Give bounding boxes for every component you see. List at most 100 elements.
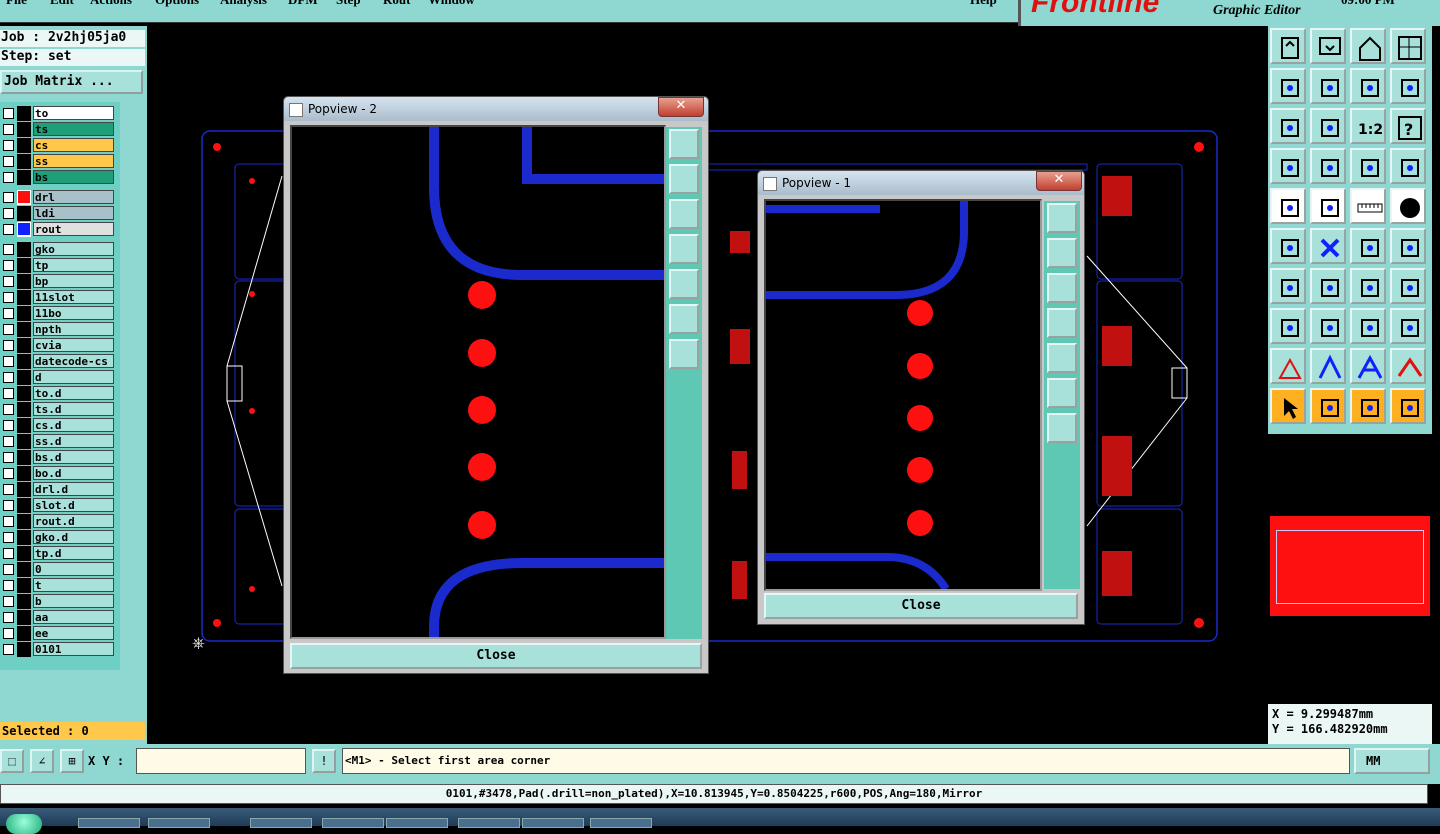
layer-name[interactable]: ldi xyxy=(33,206,114,220)
layer-name[interactable]: slot.d xyxy=(33,498,114,512)
home-tool-button[interactable] xyxy=(1350,28,1386,64)
popview-1-close-button[interactable]: Close xyxy=(764,593,1078,619)
alert-icon[interactable]: ! xyxy=(312,749,336,773)
center-tool-button[interactable] xyxy=(1310,108,1346,144)
layer-checkbox[interactable] xyxy=(3,628,14,639)
popview-2-close-x-button[interactable]: ✕ xyxy=(658,97,704,117)
diagonal-tool-button[interactable] xyxy=(1310,268,1346,304)
pan-left-tool-button[interactable] xyxy=(1270,68,1306,104)
ratio-tool-button[interactable]: 1:2 xyxy=(1350,108,1386,144)
layer-checkbox[interactable] xyxy=(3,564,14,575)
snap-grid-icon[interactable]: ⊞ xyxy=(60,749,84,773)
popview-1-close-x-button[interactable]: ✕ xyxy=(1036,171,1082,191)
layer-checkbox[interactable] xyxy=(3,124,14,135)
start-button[interactable] xyxy=(6,814,42,834)
route-tool-button[interactable] xyxy=(1390,148,1426,184)
popview-2-pan-right-button[interactable] xyxy=(669,269,699,299)
layer-name[interactable]: bo.d xyxy=(33,466,114,480)
popview-1-pan-left-button[interactable] xyxy=(1047,308,1077,338)
layer-row-cs.d[interactable]: cs.d xyxy=(0,418,117,433)
dimension-tool-button[interactable] xyxy=(1350,308,1386,344)
taskbar-item[interactable] xyxy=(78,818,140,828)
layer-checkbox[interactable] xyxy=(3,388,14,399)
help-tool-button[interactable]: ? xyxy=(1390,108,1426,144)
menu-analysis[interactable]: Analysis xyxy=(220,0,267,8)
layer-row-d[interactable]: d xyxy=(0,370,117,385)
taskbar-item[interactable] xyxy=(522,818,584,828)
layer-name[interactable]: b xyxy=(33,594,114,608)
ruler-tool-button[interactable] xyxy=(1350,188,1386,224)
layer-checkbox[interactable] xyxy=(3,500,14,511)
layer-checkbox[interactable] xyxy=(3,192,14,203)
layer-checkbox[interactable] xyxy=(3,596,14,607)
xy-input[interactable] xyxy=(136,748,306,774)
taskbar-item[interactable] xyxy=(458,818,520,828)
layer-row-11slot[interactable]: 11slot xyxy=(0,290,117,305)
popview-1-zoom-fit-button[interactable] xyxy=(1047,413,1077,443)
fit-screen-tool-button[interactable] xyxy=(1270,108,1306,144)
layer-name[interactable]: ee xyxy=(33,626,114,640)
angle-tool-button[interactable] xyxy=(1270,268,1306,304)
menu-rout[interactable]: Rout xyxy=(383,0,410,8)
layer-name[interactable]: to xyxy=(33,106,114,120)
layer-row-rout[interactable]: rout xyxy=(0,222,117,237)
layer-checkbox[interactable] xyxy=(3,260,14,271)
layer-name[interactable]: ss xyxy=(33,154,114,168)
layer-row-t[interactable]: t xyxy=(0,578,117,593)
layer-row-0[interactable]: 0 xyxy=(0,562,117,577)
layer-name[interactable]: bs.d xyxy=(33,450,114,464)
layer-row-slot.d[interactable]: slot.d xyxy=(0,498,117,513)
layer-name[interactable]: 11slot xyxy=(33,290,114,304)
overview-map[interactable] xyxy=(1270,436,1430,702)
connect-tool-button[interactable] xyxy=(1270,228,1306,264)
layer-checkbox[interactable] xyxy=(3,532,14,543)
layer-row-ts[interactable]: ts xyxy=(0,122,117,137)
layer-checkbox[interactable] xyxy=(3,516,14,527)
layer-row-ts.d[interactable]: ts.d xyxy=(0,402,117,417)
layer-name[interactable]: gko xyxy=(33,242,114,256)
layer-row-gko[interactable]: gko xyxy=(0,242,117,257)
move-point-tool-button[interactable] xyxy=(1350,228,1386,264)
draw-line-tool-button[interactable] xyxy=(1310,188,1346,224)
popview-1-pan-down-button[interactable] xyxy=(1047,273,1077,303)
minus-line-tool-button[interactable] xyxy=(1310,308,1346,344)
layer-name[interactable]: datecode-cs xyxy=(33,354,114,368)
layer-checkbox[interactable] xyxy=(3,140,14,151)
popview-2-close-button[interactable]: Close xyxy=(290,643,702,669)
pan-right-tool-button[interactable] xyxy=(1310,68,1346,104)
menu-file[interactable]: File xyxy=(6,0,27,8)
menu-help[interactable]: Help xyxy=(970,0,997,8)
popview-1-pan-right-button[interactable] xyxy=(1047,343,1077,373)
taskbar-item[interactable] xyxy=(386,818,448,828)
layer-name[interactable]: to.d xyxy=(33,386,114,400)
menu-edit[interactable]: Edit xyxy=(50,0,74,8)
layer-checkbox[interactable] xyxy=(3,340,14,351)
layer-name[interactable]: cs.d xyxy=(33,418,114,432)
layer-name[interactable]: t xyxy=(33,578,114,592)
layer-row-npth[interactable]: npth xyxy=(0,322,117,337)
popview-1-zoom-window-button[interactable] xyxy=(1047,203,1077,233)
popview-2-pan-down-button[interactable] xyxy=(669,199,699,229)
layer-name[interactable]: bs xyxy=(33,170,114,184)
layer-name[interactable]: drl xyxy=(33,190,114,204)
popview-2-canvas[interactable] xyxy=(290,125,666,639)
layer-row-drl.d[interactable]: drl.d xyxy=(0,482,117,497)
layer-name[interactable]: d xyxy=(33,370,114,384)
select-net-tool-button[interactable] xyxy=(1390,388,1426,424)
cross-tool-button[interactable] xyxy=(1310,228,1346,264)
popview-2-titlebar[interactable]: Popview - 2 ✕ xyxy=(284,97,708,121)
taskbar-item[interactable] xyxy=(322,818,384,828)
menu-window[interactable]: Window xyxy=(428,0,475,8)
layer-name[interactable]: 0101 xyxy=(33,642,114,656)
layer-name[interactable]: gko.d xyxy=(33,530,114,544)
popview-2-pan-left-button[interactable] xyxy=(669,234,699,264)
pointer-tool-button[interactable] xyxy=(1270,388,1306,424)
layer-checkbox[interactable] xyxy=(3,244,14,255)
popview-1-canvas[interactable] xyxy=(764,199,1042,591)
feature-tool-button[interactable] xyxy=(1390,268,1426,304)
layer-name[interactable]: bp xyxy=(33,274,114,288)
layer-row-datecode-cs[interactable]: datecode-cs xyxy=(0,354,117,369)
popview-1-titlebar[interactable]: Popview - 1 ✕ xyxy=(758,171,1084,195)
layer-row-to[interactable]: to xyxy=(0,106,117,121)
layer-checkbox[interactable] xyxy=(3,644,14,655)
